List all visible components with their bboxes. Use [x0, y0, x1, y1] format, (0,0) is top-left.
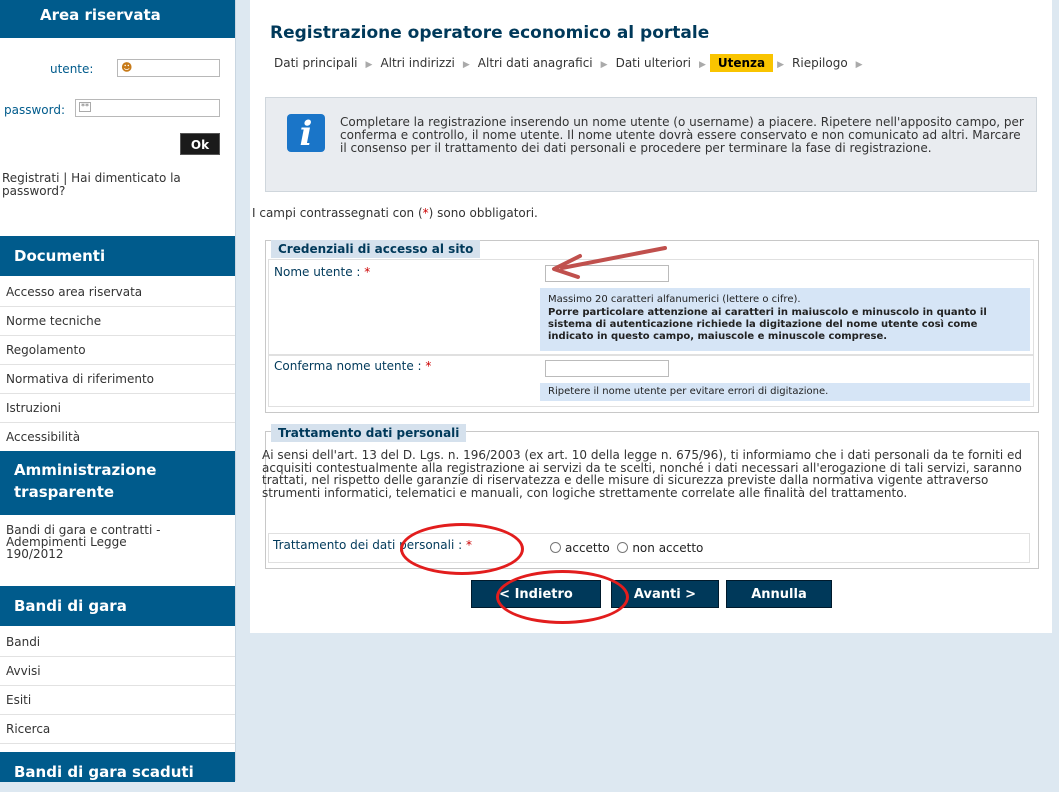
- username-login-input[interactable]: ☻: [117, 59, 220, 77]
- info-box: i Completare la registrazione inserendo …: [265, 97, 1037, 192]
- info-text: Completare la registrazione inserendo un…: [340, 115, 1024, 155]
- sidebar-item-avvisi[interactable]: Avvisi: [0, 657, 235, 686]
- sidebar: Area riservata utente: ☻ password: ** Ok…: [0, 0, 236, 782]
- sidebar-item-normativa[interactable]: Normativa di riferimento: [0, 365, 235, 394]
- password-icon: **: [79, 102, 91, 112]
- sidebar-item-istruzioni[interactable]: Istruzioni: [0, 394, 235, 423]
- username-label: Nome utente : *: [274, 265, 371, 279]
- username-hint-line1: Massimo 20 caratteri alfanumerici (lette…: [548, 294, 801, 305]
- documenti-header: Documenti: [0, 236, 235, 276]
- annotation-ellipse-back: [496, 570, 629, 624]
- documenti-menu: Accesso area riservata Norme tecniche Re…: [0, 278, 235, 452]
- area-riservata-header: Area riservata: [0, 0, 235, 38]
- confirm-username-input[interactable]: [545, 360, 669, 377]
- sidebar-item-bandi-contratti[interactable]: Bandi di gara e contratti - Adempimenti …: [0, 524, 176, 560]
- step-altri-indirizzi: Altri indirizzi: [380, 56, 455, 70]
- accept-radio[interactable]: accetto: [550, 541, 610, 555]
- user-icon: ☻: [121, 61, 133, 74]
- step-arrow-icon: ▶: [855, 60, 863, 70]
- amministrazione-header: Amministrazione trasparente: [0, 451, 235, 515]
- mandatory-pre: I campi contrassegnati con (: [252, 206, 423, 220]
- step-arrow-icon: ▶: [698, 60, 706, 70]
- bandi-menu: Bandi Avvisi Esiti Ricerca: [0, 628, 235, 744]
- mandatory-post: ) sono obbligatori.: [428, 206, 538, 220]
- username-hint: Massimo 20 caratteri alfanumerici (lette…: [540, 288, 1030, 351]
- sidebar-item-norme-tecniche[interactable]: Norme tecniche: [0, 307, 235, 336]
- reject-radio[interactable]: non accetto: [617, 541, 703, 555]
- step-riepilogo: Riepilogo: [792, 56, 848, 70]
- mandatory-note: I campi contrassegnati con (*) sono obbl…: [252, 206, 538, 220]
- info-icon: i: [287, 114, 325, 154]
- user-label: utente:: [50, 62, 94, 76]
- step-arrow-icon: ▶: [365, 60, 373, 70]
- radio-reject-icon[interactable]: [617, 542, 629, 553]
- sidebar-item-ricerca[interactable]: Ricerca: [0, 715, 235, 744]
- confirm-label: Conferma nome utente : *: [274, 359, 432, 373]
- consent-radios: accetto non accetto: [550, 541, 703, 555]
- step-arrow-icon: ▶: [777, 60, 785, 70]
- annotation-ellipse-consent: [400, 523, 524, 575]
- step-utenza-active: Utenza: [709, 54, 774, 72]
- step-dati-principali: Dati principali: [274, 56, 358, 70]
- bandi-scaduti-header: Bandi di gara scaduti: [0, 752, 235, 782]
- confirm-hint: Ripetere il nome utente per evitare erro…: [540, 383, 1030, 401]
- password-label: password:: [4, 103, 66, 117]
- step-arrow-icon: ▶: [462, 60, 470, 70]
- page-title: Registrazione operatore economico al por…: [270, 23, 710, 43]
- sidebar-item-bandi[interactable]: Bandi: [0, 628, 235, 657]
- step-dati-ulteriori: Dati ulteriori: [615, 56, 691, 70]
- username-hint-line2: Porre particolare attenzione ai caratter…: [548, 307, 987, 342]
- register-forgot-links[interactable]: Registrati | Hai dimenticato la password…: [2, 172, 227, 198]
- ok-button[interactable]: Ok: [180, 133, 220, 155]
- bandi-di-gara-header: Bandi di gara: [0, 586, 235, 626]
- password-login-input[interactable]: **: [75, 99, 220, 117]
- annotation-arrow: [552, 246, 667, 279]
- privacy-text: Ai sensi dell'art. 13 del D. Lgs. n. 196…: [262, 448, 1023, 500]
- step-arrow-icon: ▶: [600, 60, 608, 70]
- privacy-legend: Trattamento dati personali: [271, 424, 467, 442]
- step-altri-dati-anagrafici: Altri dati anagrafici: [477, 56, 593, 70]
- radio-accept-icon[interactable]: [550, 542, 561, 553]
- wizard-steps: Dati principali ▶ Altri indirizzi ▶ Altri da…: [270, 54, 867, 74]
- sidebar-item-accesso[interactable]: Accesso area riservata: [0, 278, 235, 307]
- sidebar-item-regolamento[interactable]: Regolamento: [0, 336, 235, 365]
- credentials-legend: Credenziali di accesso al sito: [271, 240, 481, 258]
- sidebar-item-esiti[interactable]: Esiti: [0, 686, 235, 715]
- sidebar-item-accessibilita[interactable]: Accessibilità: [0, 423, 235, 452]
- cancel-button[interactable]: Annulla: [726, 580, 832, 608]
